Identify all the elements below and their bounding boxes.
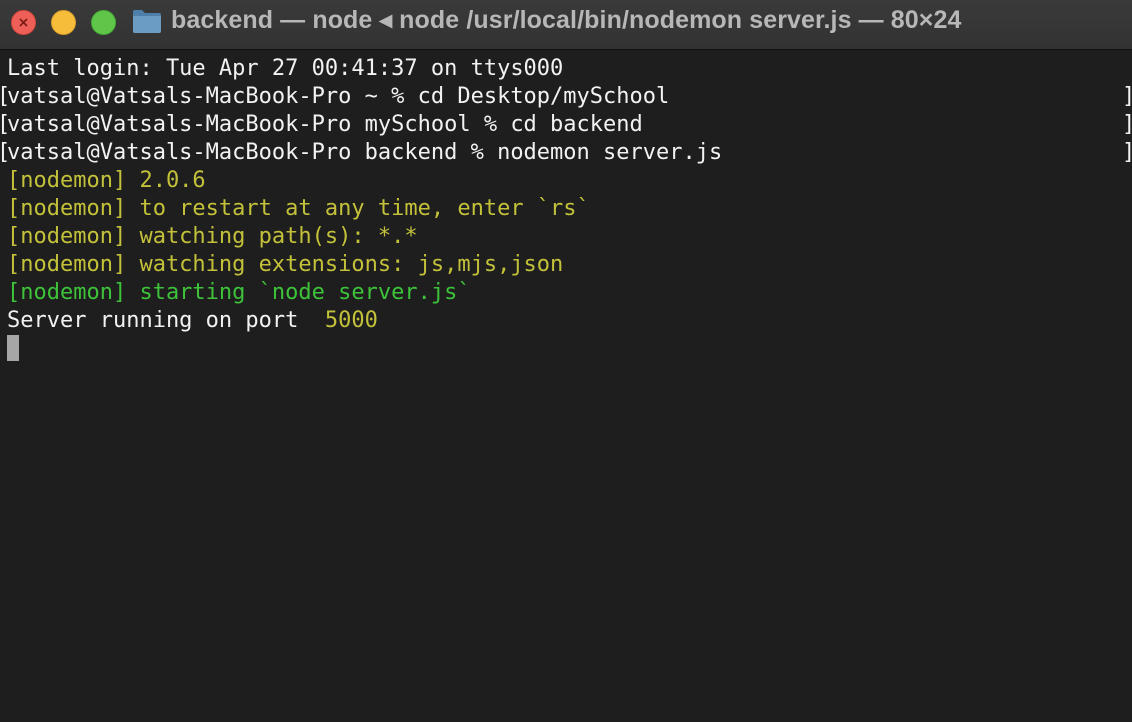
prompt-bracket-right: ]	[1122, 83, 1132, 111]
terminal-line: vatsal@Vatsals-MacBook-Pro ~ % cd Deskto…	[7, 83, 669, 111]
terminal-line: Server running on port 5000	[7, 307, 378, 335]
terminal-text: [nodemon] starting `node server.js`	[7, 280, 471, 305]
terminal-text: vatsal@Vatsals-MacBook-Pro mySchool % cd…	[7, 112, 643, 137]
terminal-window: backend — node ◂ node /usr/local/bin/nod…	[0, 0, 1132, 722]
minimize-button[interactable]	[51, 10, 76, 35]
terminal-text: Server running on port	[7, 308, 325, 333]
terminal-line: [nodemon] 2.0.6	[7, 167, 206, 195]
terminal-line: vatsal@Vatsals-MacBook-Pro backend % nod…	[7, 139, 722, 167]
window-title: backend — node ◂ node /usr/local/bin/nod…	[171, 6, 962, 34]
terminal-text: vatsal@Vatsals-MacBook-Pro ~ % cd Deskto…	[7, 84, 670, 109]
prompt-bracket-right: ]	[1122, 139, 1132, 167]
prompt-bracket-right: ]	[1122, 111, 1132, 139]
terminal-content[interactable]: Last login: Tue Apr 27 00:41:37 on ttys0…	[0, 51, 1132, 722]
terminal-text: [nodemon] 2.0.6	[7, 168, 206, 193]
terminal-text: vatsal@Vatsals-MacBook-Pro backend % nod…	[7, 140, 723, 165]
zoom-button[interactable]	[91, 10, 116, 35]
terminal-line: [nodemon] watching extensions: js,mjs,js…	[7, 251, 563, 279]
folder-icon	[132, 8, 162, 34]
terminal-text: [nodemon] watching path(s): *.*	[7, 224, 418, 249]
terminal-text: 5000	[324, 308, 378, 333]
terminal-cursor	[7, 335, 19, 361]
terminal-text: [nodemon] to restart at any time, enter …	[7, 196, 590, 221]
terminal-line: Last login: Tue Apr 27 00:41:37 on ttys0…	[7, 55, 563, 83]
terminal-line: [nodemon] watching path(s): *.*	[7, 223, 418, 251]
terminal-line: [nodemon] starting `node server.js`	[7, 279, 471, 307]
close-button[interactable]	[11, 10, 36, 35]
terminal-text: Last login: Tue Apr 27 00:41:37 on ttys0…	[7, 56, 564, 81]
title-bar[interactable]: backend — node ◂ node /usr/local/bin/nod…	[0, 0, 1132, 50]
terminal-line: [nodemon] to restart at any time, enter …	[7, 195, 590, 223]
terminal-text: [nodemon] watching extensions: js,mjs,js…	[7, 252, 564, 277]
close-icon	[12, 11, 35, 34]
terminal-line: vatsal@Vatsals-MacBook-Pro mySchool % cd…	[7, 111, 643, 139]
